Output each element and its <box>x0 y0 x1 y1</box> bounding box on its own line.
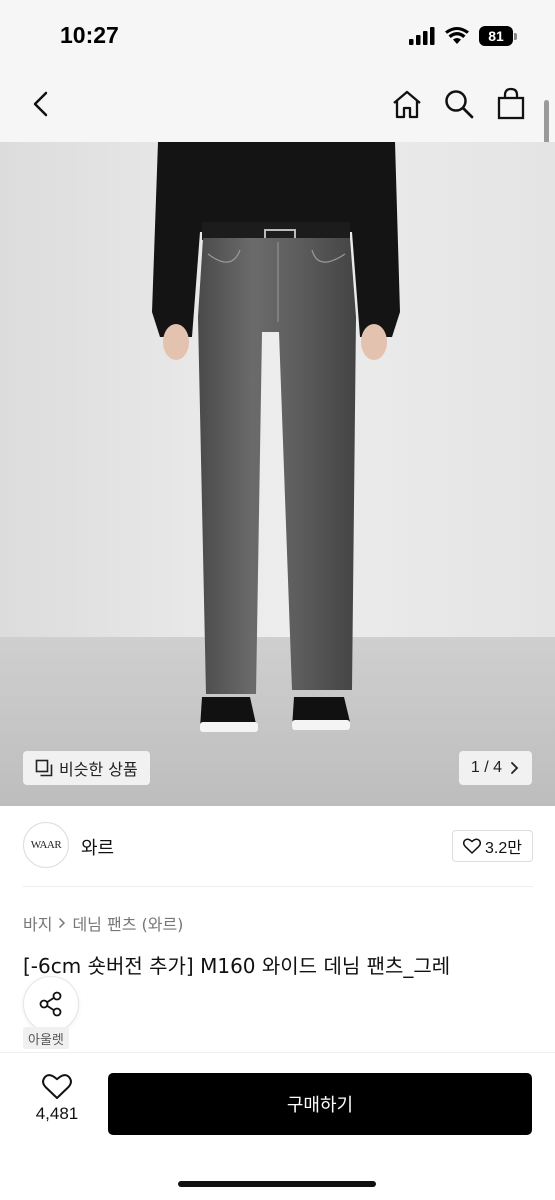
status-icons: 81 <box>409 26 517 46</box>
similar-products-label: 비슷한 상품 <box>59 760 138 779</box>
page-indicator-text: 1 / 4 <box>470 759 502 776</box>
heart-icon <box>463 838 482 854</box>
back-button[interactable] <box>26 88 58 120</box>
nav-bar <box>0 70 555 142</box>
signal-icon <box>409 27 435 45</box>
outlet-badge: 아울렛 <box>23 1027 69 1049</box>
wishlist-count: 4,481 <box>35 1104 79 1123</box>
status-bar: 10:27 81 <box>0 0 555 70</box>
cart-button[interactable] <box>495 86 527 122</box>
battery-level: 81 <box>479 26 513 46</box>
wifi-icon <box>445 27 469 44</box>
search-button[interactable] <box>443 86 475 122</box>
share-icon <box>39 991 62 1017</box>
brand-logo[interactable]: WAAR <box>23 822 69 868</box>
chevron-left-icon <box>33 91 48 117</box>
product-image-gallery[interactable]: 비슷한 상품 1 / 4 <box>0 142 555 806</box>
chevron-right-icon <box>59 917 66 929</box>
battery-icon: 81 <box>479 26 517 46</box>
copy-icon <box>35 759 53 777</box>
brand-name[interactable]: 와르 <box>81 834 114 860</box>
wishlist-button[interactable]: 4,481 <box>28 1073 86 1124</box>
brand-logo-text: WAAR <box>30 839 62 851</box>
search-icon <box>445 90 474 119</box>
brand-like-button[interactable]: 3.2만 <box>452 830 533 862</box>
similar-products-button[interactable]: 비슷한 상품 <box>23 751 150 785</box>
home-indicator <box>178 1181 376 1187</box>
heart-icon <box>42 1074 72 1099</box>
breadcrumb: 바지 데님 팬츠 (와르) <box>23 911 183 935</box>
product-photo <box>0 142 555 806</box>
buy-button[interactable]: 구매하기 <box>108 1073 532 1135</box>
brand-like-count: 3.2만 <box>485 840 522 857</box>
breadcrumb-category[interactable]: 바지 <box>23 911 52 935</box>
gallery-page-indicator[interactable]: 1 / 4 <box>458 751 532 785</box>
bottom-action-bar: 4,481 구매하기 <box>0 1052 555 1200</box>
status-time: 10:27 <box>60 22 119 48</box>
chevron-right-icon <box>511 762 519 774</box>
shopping-bag-icon <box>497 87 525 120</box>
home-icon <box>393 90 421 119</box>
home-button[interactable] <box>391 86 423 122</box>
breadcrumb-subcategory[interactable]: 데님 팬츠 (와르) <box>72 911 183 935</box>
share-button[interactable] <box>23 976 79 1032</box>
divider <box>23 886 533 887</box>
product-title: [-6cm 숏버전 추가] M160 와이드 데님 팬츠_그레 <box>23 954 451 978</box>
brand-row: WAAR 와르 3.2만 <box>23 822 533 870</box>
